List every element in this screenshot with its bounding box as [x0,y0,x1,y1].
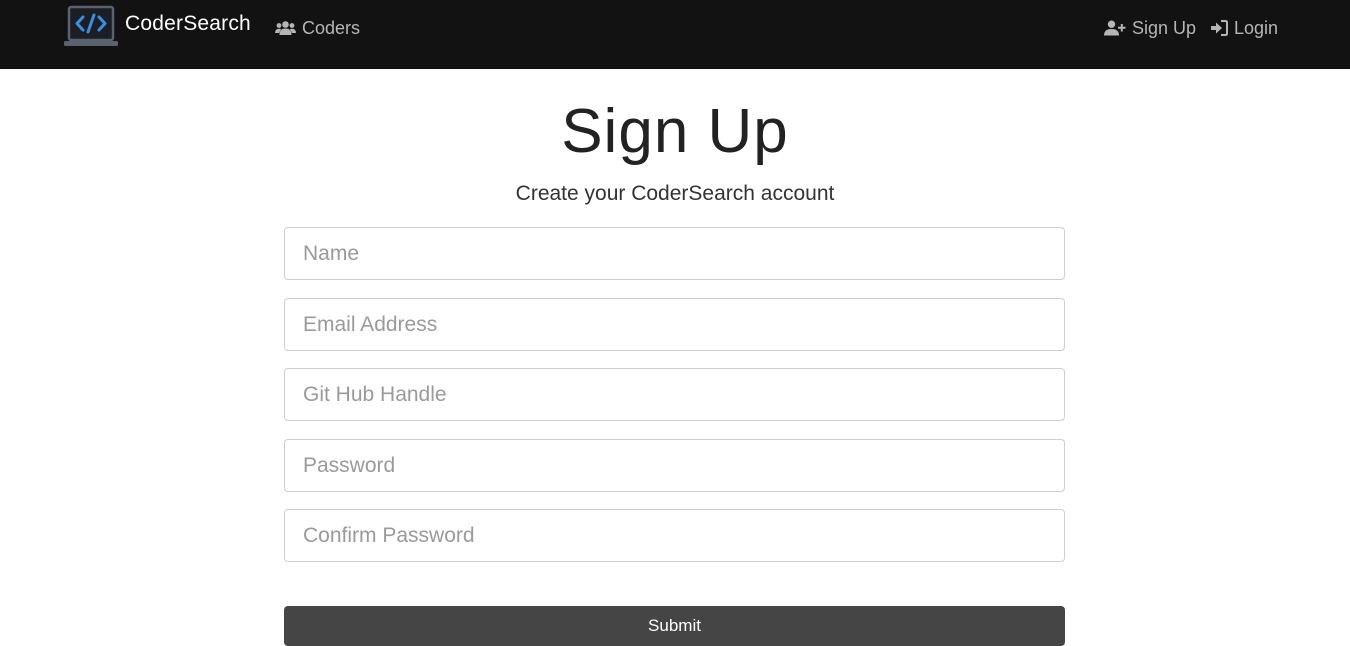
nav-signup-label: Sign Up [1132,17,1197,38]
nav-login-link[interactable]: Login [1211,16,1278,40]
page-subtitle: Create your CoderSearch account [515,182,835,205]
password-input[interactable] [284,439,1065,492]
nav-login-label: Login [1234,17,1279,38]
nav-coders-link[interactable]: Coders [275,16,360,40]
email-input[interactable] [284,298,1065,351]
submit-button[interactable]: Submit [284,606,1065,646]
users-icon [275,21,296,35]
top-navbar: CoderSearch Coders Sign Up Login [0,0,1350,69]
sign-in-icon [1211,20,1228,36]
brand-name: CoderSearch [125,12,251,35]
brand-link[interactable]: CoderSearch [64,4,251,48]
nav-signup-link[interactable]: Sign Up [1104,16,1196,40]
github-handle-input[interactable] [284,368,1065,421]
page-title: Sign Up [561,97,789,166]
nav-coders-label: Coders [302,17,361,38]
laptop-code-icon [64,5,118,46]
user-plus-icon [1104,20,1126,36]
confirm-password-input[interactable] [284,509,1065,562]
name-input[interactable] [284,227,1065,280]
